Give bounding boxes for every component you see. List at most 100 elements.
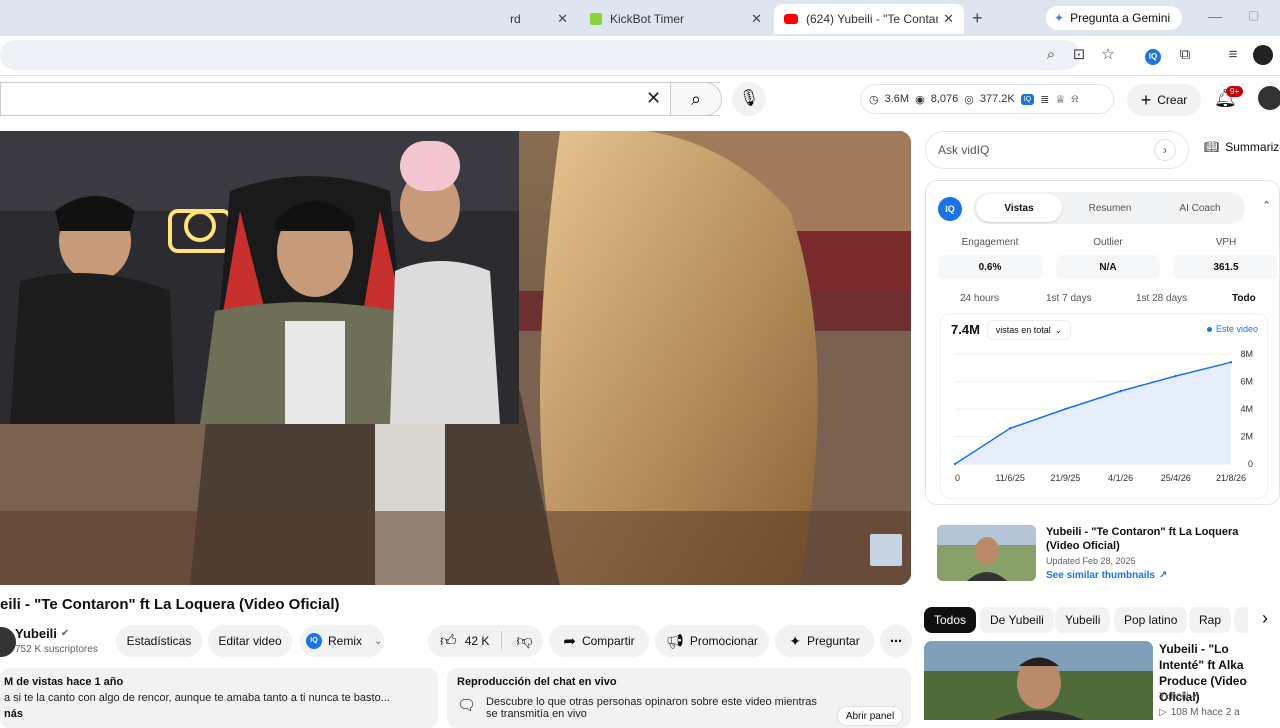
views-metric-select[interactable]: vistas en total ⌄ xyxy=(987,320,1071,340)
tab-label: (624) Yubeili - "Te Contaron" xyxy=(806,12,938,26)
chip-de-yubeili[interactable]: De Yubeili xyxy=(980,607,1054,633)
voice-search-button[interactable]: 🎙 xyxy=(732,82,766,116)
summarize-label: Summarize xyxy=(1225,140,1280,154)
vidiq-panel: IQ Vistas Resumen AI Coach ⌃ Engagement … xyxy=(925,180,1280,505)
chat-replay-box: Reproducción del chat en vivo 🗨︎ Descubr… xyxy=(447,668,911,728)
tab-ai-coach[interactable]: AI Coach xyxy=(1156,194,1244,222)
sparkle-icon: ✦ xyxy=(789,632,802,649)
chip-todos[interactable]: Todos xyxy=(924,607,977,633)
tab-vistas[interactable]: Vistas xyxy=(976,194,1062,222)
bookmark-star-icon[interactable]: ☆ xyxy=(1097,44,1119,66)
creator-thumbnail[interactable] xyxy=(870,534,902,566)
y-tick-label: 4M xyxy=(1240,404,1253,414)
edit-video-button[interactable]: Editar video xyxy=(208,625,292,657)
like-button[interactable]: 👍︎ 42 K xyxy=(440,632,489,651)
install-icon[interactable]: ⊡ xyxy=(1068,44,1090,66)
url-field[interactable] xyxy=(0,40,1080,70)
collapse-chevron-icon[interactable]: ⌃ xyxy=(1262,199,1271,212)
recommended-thumbnail[interactable] xyxy=(924,641,1153,720)
play-icon: ▷ xyxy=(1159,707,1167,718)
create-button[interactable]: + Crear xyxy=(1127,84,1201,116)
legend-dot xyxy=(1207,326,1212,332)
thumbs-down-icon: 👎︎ xyxy=(516,632,533,650)
open-panel-button[interactable]: Abrir panel xyxy=(837,706,903,726)
ask-button[interactable]: ✦ Preguntar xyxy=(775,625,874,657)
close-icon[interactable]: ✕ xyxy=(751,11,762,27)
range-7d[interactable]: 1st 7 days xyxy=(1046,293,1092,304)
stat-total: 377.2K xyxy=(979,93,1015,105)
remix-label: Remix xyxy=(328,634,363,648)
vidiq-stats-pill[interactable]: ◷ 3.6M ◉ 8,076 ◎ 377.2K IQ ≣ ♕ ⍾ xyxy=(860,84,1114,114)
metric-label: VPH xyxy=(1215,237,1237,248)
like-count: 42 K xyxy=(464,634,490,648)
close-icon[interactable]: ✕ xyxy=(943,11,954,27)
eye-icon: ◎ xyxy=(964,93,974,106)
range-28d[interactable]: 1st 28 days xyxy=(1136,293,1187,304)
video-player[interactable] xyxy=(0,131,911,585)
recommended-channel: Yubeili xyxy=(1159,691,1189,702)
share-button[interactable]: ➦ Compartir xyxy=(549,625,649,657)
gemini-button[interactable]: ✦ Pregunta a Gemini xyxy=(1046,6,1182,30)
clear-search-icon[interactable]: ✕ xyxy=(646,88,661,109)
chip-yubeili[interactable]: Yubeili xyxy=(1055,607,1111,633)
ask-vidiq-input[interactable]: Ask vidIQ › xyxy=(925,131,1189,169)
gemini-label: Pregunta a Gemini xyxy=(1070,11,1171,25)
views-chart: 0 2M 4M 6M 8M 0 11/6/25 21/9/25 4/1/26 25/4/26 21/… xyxy=(953,349,1253,483)
reading-list-icon[interactable]: ≡ xyxy=(1222,44,1244,66)
search-input[interactable] xyxy=(0,82,720,116)
range-24h[interactable]: 24 hours xyxy=(960,293,999,304)
metric-value: 361.5 xyxy=(1174,255,1278,279)
profile-avatar[interactable] xyxy=(1253,45,1273,65)
zoom-icon[interactable]: ⌕ xyxy=(1040,44,1062,66)
dislike-button[interactable]: 👎︎ xyxy=(516,632,532,651)
account-avatar[interactable] xyxy=(1258,86,1280,110)
stats-label: Estadísticas xyxy=(126,634,192,648)
plus-icon: + xyxy=(1140,89,1152,110)
similar-video-title[interactable]: Yubeili - "Te Contaron" ft La Loquera (V… xyxy=(1046,525,1271,553)
description-meta: M de vistas hace 1 año xyxy=(4,676,124,688)
chip-partial[interactable] xyxy=(1234,607,1248,633)
see-similar-link[interactable]: See similar thumbnails ↗ xyxy=(1046,570,1167,581)
share-icon: ➦ xyxy=(563,633,576,650)
tab-partial[interactable]: rd ✕ xyxy=(500,4,578,34)
search-button[interactable]: ⌕ xyxy=(670,82,722,116)
similar-video-updated: Updated Feb 28, 2025 xyxy=(1046,556,1136,566)
chevron-right-icon[interactable]: › xyxy=(1154,139,1176,161)
eye-icon: ◉ xyxy=(915,93,925,106)
stats-button[interactable]: Estadísticas xyxy=(116,625,202,657)
maximize-icon[interactable]: ▢ xyxy=(1248,8,1259,22)
range-all[interactable]: Todo xyxy=(1232,293,1256,304)
recommended-channel-row[interactable]: Yubeili ✔ xyxy=(1159,691,1199,702)
description-more[interactable]: nás xyxy=(4,708,434,720)
channel-name-row[interactable]: Yubeili ✔ xyxy=(15,626,69,641)
external-link-icon: ↗ xyxy=(1158,570,1168,581)
x-tick-label: 21/9/25 xyxy=(1050,473,1080,483)
promote-label: Promocionar xyxy=(689,634,758,648)
remix-button[interactable]: IQ Remix ⌄ xyxy=(300,625,384,657)
minimize-icon[interactable]: — xyxy=(1208,8,1222,24)
more-actions-button[interactable]: ⋯ xyxy=(880,625,912,657)
share-label: Compartir xyxy=(581,634,635,648)
vidiq-extension-icon[interactable]: IQ xyxy=(1142,44,1164,66)
views-chart-card: 7.4M vistas en total ⌄ Este video 0 2M 4M 6… xyxy=(940,313,1268,499)
chevron-right-icon[interactable]: › xyxy=(1262,608,1268,629)
more-icon: ⋯ xyxy=(890,634,902,648)
x-tick-label: 4/1/26 xyxy=(1108,473,1133,483)
metric-value: N/A xyxy=(1056,255,1160,279)
tab-resumen[interactable]: Resumen xyxy=(1066,194,1154,222)
tab-kickbot[interactable]: KickBot Timer ✕ xyxy=(580,4,772,34)
extensions-puzzle-icon[interactable]: ⧉ xyxy=(1174,44,1196,66)
close-icon[interactable]: ✕ xyxy=(557,11,568,27)
new-tab-icon[interactable]: + xyxy=(972,8,983,29)
description-box[interactable]: M de vistas hace 1 año a si te la canto … xyxy=(0,668,438,728)
similar-video-thumbnail[interactable] xyxy=(937,525,1036,581)
promote-button[interactable]: 📢︎ Promocionar xyxy=(655,625,769,657)
chip-pop-latino[interactable]: Pop latino xyxy=(1114,607,1188,633)
bell-icon: ⍾ xyxy=(1071,92,1079,105)
summarize-button[interactable]: 📖︎ Summarize xyxy=(1204,140,1280,154)
chat-icon: 🗨︎ xyxy=(457,697,477,714)
channel-avatar[interactable] xyxy=(0,627,16,657)
notification-badge: 9+ xyxy=(1226,86,1244,97)
tab-youtube[interactable]: (624) Yubeili - "Te Contaron" ✕ xyxy=(774,4,964,34)
chip-rap[interactable]: Rap xyxy=(1189,607,1232,633)
